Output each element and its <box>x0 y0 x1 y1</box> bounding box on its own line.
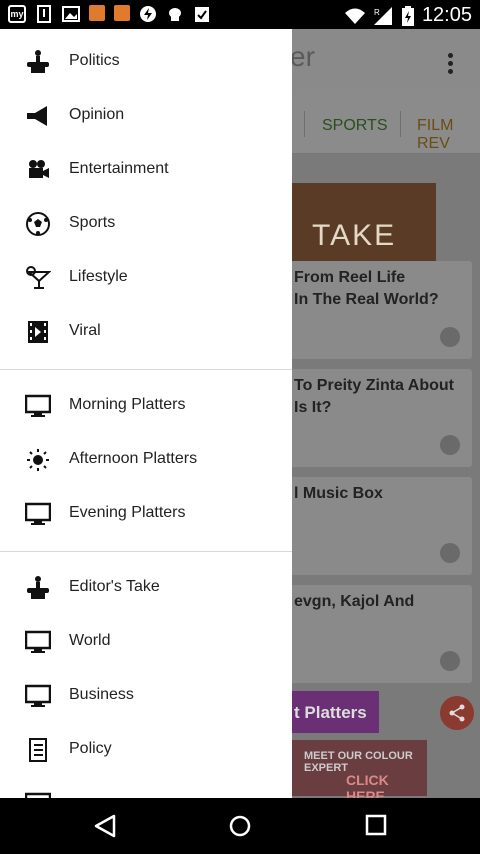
monitor-icon <box>24 502 52 526</box>
drawer-item-label: Viral <box>69 322 101 339</box>
drawer-item-partial[interactable] <box>0 777 292 798</box>
film-icon <box>24 320 52 344</box>
drawer-item-label: Lifestyle <box>69 268 128 285</box>
wifi-icon <box>344 8 365 24</box>
notification-icon <box>114 5 130 21</box>
article-title: l Music Box <box>294 485 383 502</box>
drawer-item-label: Sports <box>69 214 116 231</box>
cocktail-icon <box>24 266 52 290</box>
article-title: From Reel Life In The Real World? <box>294 269 439 308</box>
drawer-item-label: Politics <box>69 52 120 69</box>
divider <box>0 369 292 370</box>
platters-button[interactable]: t Platters <box>290 691 379 733</box>
my-app-icon: my <box>8 5 26 23</box>
monitor-icon <box>24 630 52 654</box>
notification-icon <box>89 5 105 21</box>
flash-icon <box>139 5 157 23</box>
drawer-item-label: Opinion <box>69 106 125 123</box>
drawer-item-label: Afternoon Platters <box>69 450 198 467</box>
drawer-item-lifestyle[interactable]: Lifestyle <box>0 251 292 305</box>
article-title: evgn, Kajol And <box>294 593 415 610</box>
battery-icon <box>401 5 414 26</box>
sun-icon <box>24 448 52 472</box>
recents-icon[interactable] <box>365 814 387 836</box>
drawer-item-label: Morning Platters <box>69 396 186 413</box>
tab-sports[interactable]: SPORTS <box>322 117 388 135</box>
drawer-item-afternoon-platters[interactable]: Afternoon Platters <box>0 433 292 487</box>
drawer-item-opinion[interactable]: Opinion <box>0 89 292 143</box>
article-card[interactable]: To Preity Zinta About Is It? <box>290 369 472 467</box>
drawer-item-label: Evening Platters <box>69 504 186 521</box>
share-icon[interactable] <box>440 696 474 730</box>
ad-banner[interactable]: MEET OUR COLOUR EXPERT CLICK HERE <box>290 740 427 804</box>
tab-film-review[interactable]: FILM REV <box>417 117 480 153</box>
chevron-down-icon[interactable] <box>440 543 460 563</box>
image-icon <box>62 5 80 23</box>
banner-text: TAKE <box>312 219 397 252</box>
article-card[interactable]: l Music Box <box>290 477 472 575</box>
svg-text:R: R <box>374 8 380 17</box>
monitor-icon <box>24 684 52 708</box>
status-icons-right: R 12:05 <box>344 4 472 27</box>
android-icon <box>166 5 184 23</box>
soccer-ball-icon <box>24 212 52 236</box>
article-card[interactable]: From Reel Life In The Real World? <box>290 261 472 359</box>
drawer-item-world[interactable]: World <box>0 615 292 669</box>
drawer-item-label: World <box>69 632 111 649</box>
article-card[interactable]: evgn, Kajol And <box>290 585 472 683</box>
status-time: 12:05 <box>421 4 472 26</box>
status-bar: my R 12:05 <box>0 0 480 29</box>
drawer-item-morning-platters[interactable]: Morning Platters <box>0 379 292 433</box>
drawer-item-label: Business <box>69 686 134 703</box>
home-icon[interactable] <box>228 814 252 838</box>
drawer-item-policy[interactable]: Policy <box>0 723 292 777</box>
drawer-item-label: Editor's Take <box>69 578 160 595</box>
banner-image[interactable]: TAKE <box>290 183 436 265</box>
system-navigation-bar <box>0 798 480 854</box>
app-logo: er <box>290 41 315 72</box>
monitor-icon <box>24 394 52 418</box>
chevron-down-icon[interactable] <box>440 651 460 671</box>
drawer-item-viral[interactable]: Viral <box>0 305 292 359</box>
navigation-drawer: Politics Opinion Entertainment Sports Li… <box>0 29 292 798</box>
drawer-item-entertainment[interactable]: Entertainment <box>0 143 292 197</box>
drawer-item-evening-platters[interactable]: Evening Platters <box>0 487 292 541</box>
megaphone-icon <box>24 104 52 128</box>
overflow-menu-icon[interactable] <box>448 53 454 77</box>
status-icons-left: my <box>8 5 211 23</box>
list-icon <box>24 738 52 762</box>
podium-icon <box>24 576 52 600</box>
article-title: To Preity Zinta About Is It? <box>294 377 454 416</box>
chevron-down-icon[interactable] <box>440 327 460 347</box>
drawer-item-sports[interactable]: Sports <box>0 197 292 251</box>
signal-icon: R <box>373 6 392 25</box>
back-icon[interactable] <box>94 814 116 838</box>
drawer-item-politics[interactable]: Politics <box>0 35 292 89</box>
podium-icon <box>24 50 52 74</box>
drawer-item-label: Policy <box>69 740 112 757</box>
download-icon <box>35 5 53 23</box>
camera-icon <box>24 158 52 182</box>
drawer-item-editors-take[interactable]: Editor's Take <box>0 561 292 615</box>
chevron-down-icon[interactable] <box>440 435 460 455</box>
divider <box>0 551 292 552</box>
clipboard-check-icon <box>193 5 211 23</box>
drawer-item-label: Entertainment <box>69 160 169 177</box>
drawer-item-business[interactable]: Business <box>0 669 292 723</box>
